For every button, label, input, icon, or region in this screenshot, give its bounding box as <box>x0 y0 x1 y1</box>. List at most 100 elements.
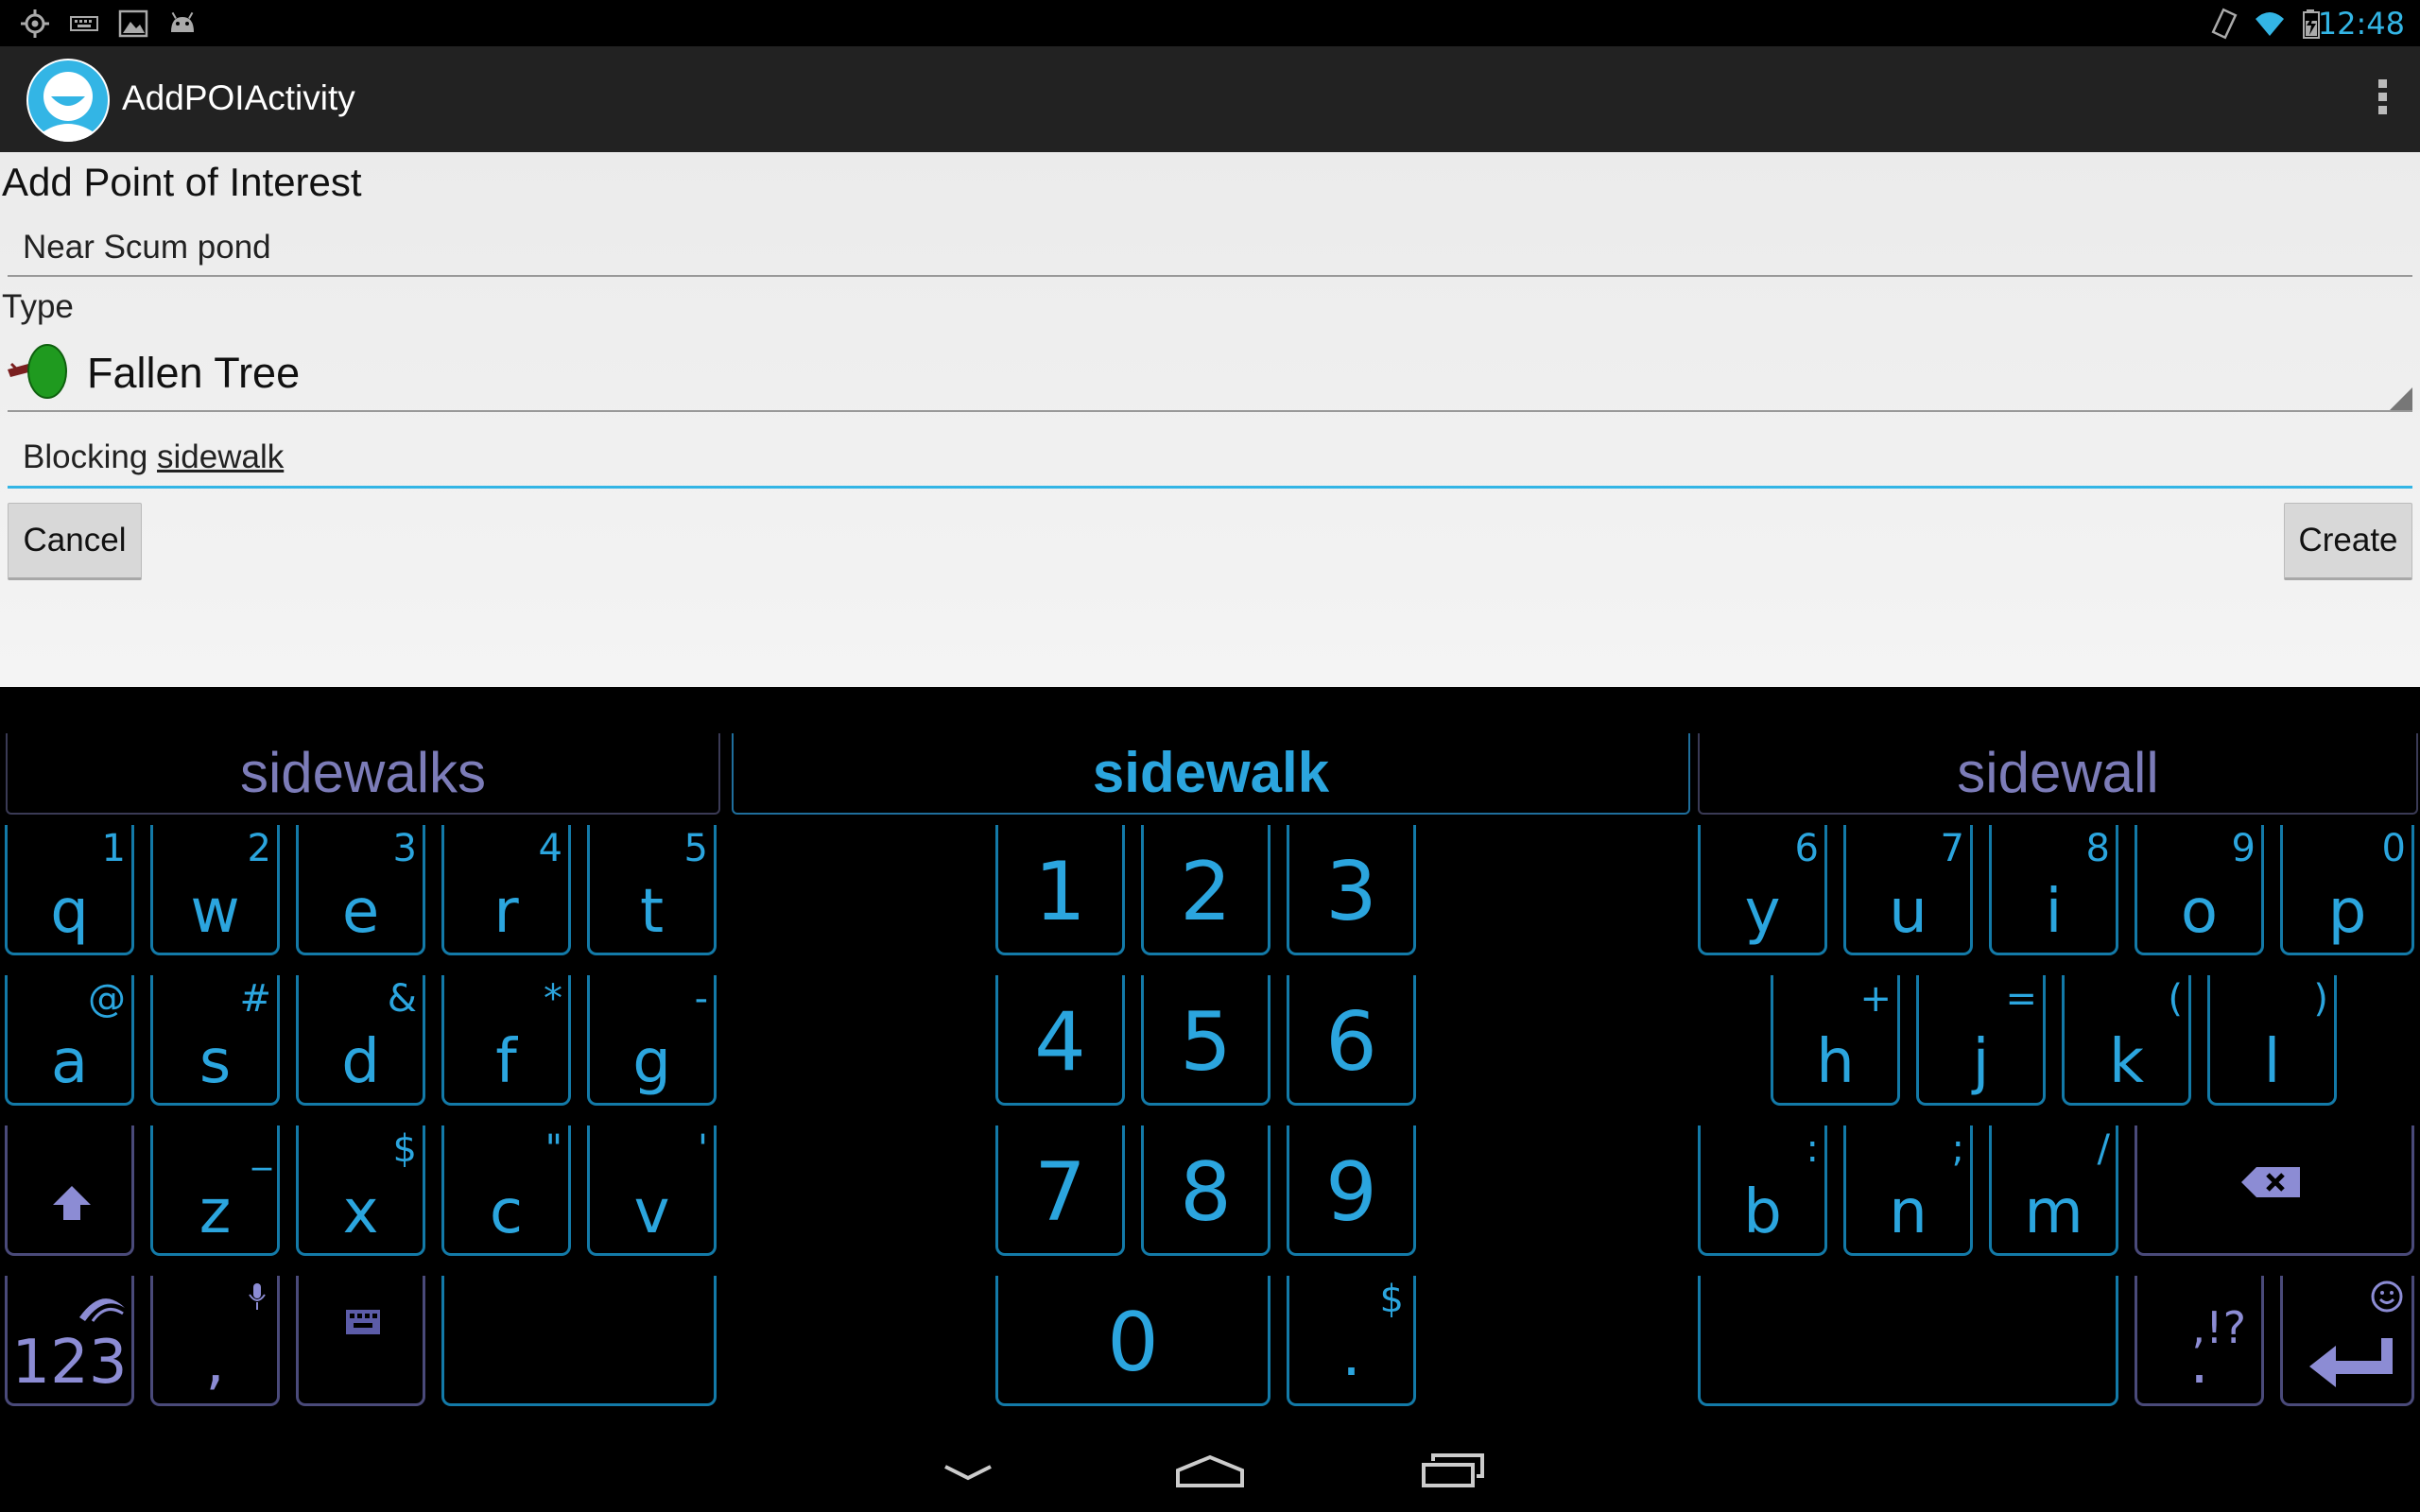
key-v[interactable]: ' v <box>587 1125 717 1256</box>
key-q[interactable]: 1q <box>5 825 134 955</box>
key-sub-label: : <box>1806 1127 1819 1171</box>
comma-key[interactable]: , <box>150 1276 280 1406</box>
numpad-6[interactable]: 6 <box>1287 975 1416 1106</box>
soft-keyboard: sidewalks sidewalk sidewall 1q 2w 3e 4r … <box>0 687 2420 1448</box>
description-field[interactable]: Blocking sidewalk <box>8 426 2412 489</box>
numpad-dot[interactable]: $. <box>1287 1276 1416 1406</box>
key-label: u <box>1889 877 1927 947</box>
numpad-2[interactable]: 2 <box>1141 825 1270 955</box>
key-p[interactable]: 0p <box>2280 825 2414 955</box>
numpad-9[interactable]: 9 <box>1287 1125 1416 1256</box>
key-r[interactable]: 4r <box>441 825 571 955</box>
enter-key[interactable] <box>2280 1276 2414 1406</box>
cancel-button[interactable]: Cancel <box>8 503 142 580</box>
key-sub-label: 6 <box>1794 827 1819 870</box>
key-y[interactable]: 6y <box>1698 825 1827 955</box>
key-t[interactable]: 5t <box>587 825 717 955</box>
numbers-key[interactable]: 123 <box>5 1276 134 1406</box>
key-label: 4 <box>1034 995 1086 1090</box>
form-area: Add Point of Interest Near Scum pond Typ… <box>0 152 2420 687</box>
key-label: m <box>2024 1177 2083 1247</box>
key-label: k <box>2108 1027 2145 1097</box>
key-b[interactable]: :b <box>1698 1125 1827 1256</box>
key-label: f <box>495 1027 517 1097</box>
key-w[interactable]: 2w <box>150 825 280 955</box>
dropdown-arrow-icon <box>2390 387 2412 410</box>
key-n[interactable]: ; n <box>1843 1125 1973 1256</box>
key-label: z <box>199 1177 232 1247</box>
key-m[interactable]: / m <box>1989 1125 2118 1256</box>
keyboard-layout-key[interactable] <box>296 1276 425 1406</box>
key-label: a <box>50 1027 89 1097</box>
gps-icon <box>21 9 49 38</box>
key-u[interactable]: 7u <box>1843 825 1973 955</box>
action-bar: AddPOIActivity <box>0 46 2420 152</box>
key-s[interactable]: # s <box>150 975 280 1106</box>
numpad-3[interactable]: 3 <box>1287 825 1416 955</box>
key-label: q <box>50 877 89 947</box>
space-key-right[interactable] <box>1698 1276 2118 1406</box>
key-f[interactable]: * f <box>441 975 571 1106</box>
key-sub-label: 0 <box>2381 827 2406 870</box>
back-icon[interactable] <box>911 1448 1025 1512</box>
key-o[interactable]: 9o <box>2135 825 2264 955</box>
enter-icon <box>2309 1338 2393 1387</box>
period-key[interactable]: ,!?. <box>2135 1276 2264 1406</box>
poi-name-field[interactable]: Near Scum pond <box>8 218 2412 277</box>
numpad-4[interactable]: 4 <box>995 975 1125 1106</box>
key-sub-label: 4 <box>538 827 562 870</box>
image-icon <box>118 9 148 38</box>
key-l[interactable]: ) l <box>2207 975 2337 1106</box>
key-label: p <box>2327 877 2367 947</box>
numpad-1[interactable]: 1 <box>995 825 1125 955</box>
key-e[interactable]: 3e <box>296 825 425 955</box>
numpad-0[interactable]: 0 <box>995 1276 1270 1406</box>
key-sub-label: 7 <box>1940 827 1964 870</box>
field-underline-focused <box>8 486 2412 489</box>
key-j[interactable]: = j <box>1916 975 2046 1106</box>
shift-icon <box>53 1186 91 1220</box>
key-g[interactable]: -g <box>587 975 717 1106</box>
suggestion-center[interactable]: sidewalk <box>732 733 1690 815</box>
key-k[interactable]: (k <box>2062 975 2191 1106</box>
key-sub-label: _ <box>252 1127 271 1171</box>
numpad-7[interactable]: 7 <box>995 1125 1125 1256</box>
app-logo-icon[interactable] <box>26 59 110 142</box>
key-sub-label: / <box>2097 1127 2110 1171</box>
key-label: . <box>1341 1320 1361 1390</box>
clock: 12:48 <box>2317 6 2405 42</box>
key-label: h <box>1816 1027 1855 1097</box>
home-icon[interactable] <box>1153 1448 1267 1512</box>
create-button[interactable]: Create <box>2284 503 2412 580</box>
key-i[interactable]: 8i <box>1989 825 2118 955</box>
backspace-key[interactable] <box>2135 1125 2414 1256</box>
key-label: l <box>2263 1027 2281 1097</box>
suggestion-right[interactable]: sidewall <box>1698 733 2418 815</box>
microphone-icon <box>249 1283 266 1310</box>
suggestion-left[interactable]: sidewalks <box>6 733 720 815</box>
swiftkey-logo-icon <box>79 1298 125 1322</box>
key-c[interactable]: " c <box>441 1125 571 1256</box>
key-sub-label: = <box>2005 977 2037 1021</box>
type-label: Type <box>2 288 74 325</box>
poi-name-value: Near Scum pond <box>23 229 271 266</box>
key-d[interactable]: & d <box>296 975 425 1106</box>
description-value: Blocking sidewalk <box>23 438 284 476</box>
key-sub-label: 8 <box>2085 827 2110 870</box>
key-z[interactable]: _ z <box>150 1125 280 1256</box>
overflow-menu-icon[interactable] <box>2363 75 2401 124</box>
type-value: Fallen Tree <box>87 349 301 397</box>
type-spinner[interactable]: Fallen Tree <box>8 332 2412 412</box>
key-label: 9 <box>1325 1145 1377 1240</box>
key-h[interactable]: + h <box>1771 975 1900 1106</box>
key-a[interactable]: @ a <box>5 975 134 1106</box>
space-key-left[interactable] <box>441 1276 717 1406</box>
numpad-5[interactable]: 5 <box>1141 975 1270 1106</box>
key-x[interactable]: $ x <box>296 1125 425 1256</box>
shift-key[interactable] <box>5 1125 134 1256</box>
key-sub-label: $ <box>392 1127 417 1171</box>
key-label: x <box>342 1177 379 1247</box>
recent-apps-icon[interactable] <box>1395 1448 1509 1512</box>
numpad-8[interactable]: 8 <box>1141 1125 1270 1256</box>
key-label: e <box>341 877 380 947</box>
